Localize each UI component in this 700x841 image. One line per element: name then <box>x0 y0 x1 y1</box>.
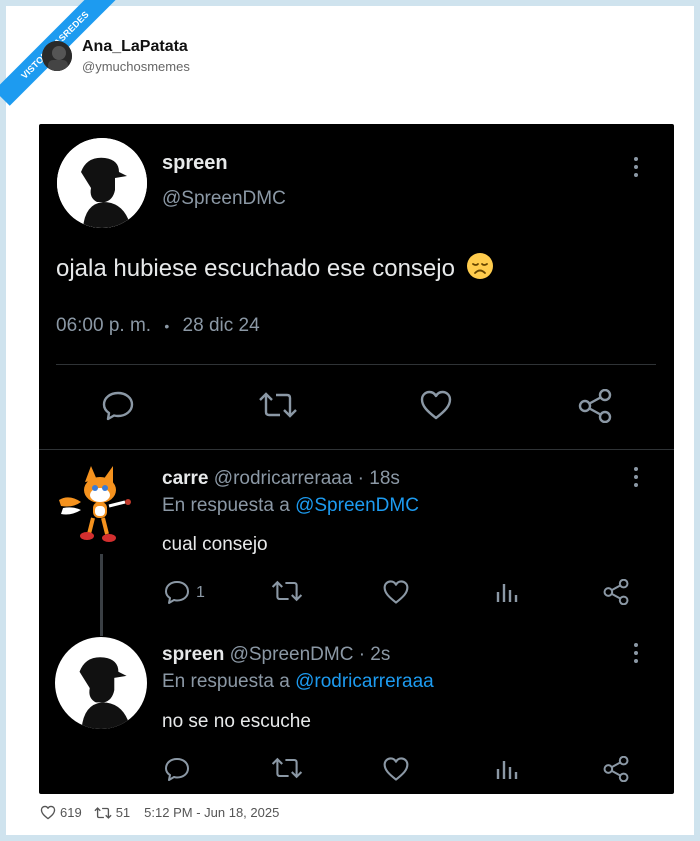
poster-avatar[interactable] <box>42 41 72 71</box>
like-icon[interactable] <box>382 756 410 782</box>
tweet-card: VISTOENLASREDES Ana_LaPatata @ymuchosmem… <box>0 0 700 841</box>
reply-header: spreen @SpreenDMC · 2s <box>162 644 390 666</box>
reply-context: En respuesta a @SpreenDMC <box>162 495 419 517</box>
reply-text: cual consejo <box>162 534 268 555</box>
reply-text: no se no escuche <box>162 711 311 732</box>
reply-icon[interactable] <box>101 388 135 422</box>
author-handle[interactable]: @SpreenDMC <box>162 188 286 210</box>
like-icon[interactable] <box>382 579 410 605</box>
share-icon[interactable] <box>577 389 613 423</box>
reply-context-prefix: En respuesta a <box>162 495 290 516</box>
reply-mention-link[interactable]: @SpreenDMC <box>295 495 419 516</box>
reply-header: carre @rodricarreraaa · 18s <box>162 468 400 490</box>
reply-author-name[interactable]: carre <box>162 468 209 489</box>
poster-name[interactable]: Ana_LaPatata <box>82 38 190 56</box>
retweet-icon[interactable] <box>271 578 303 604</box>
reply-context-prefix: En respuesta a <box>162 671 290 692</box>
retweet-icon[interactable] <box>271 755 303 781</box>
reply-icon[interactable] <box>163 578 191 606</box>
tweet-text-content: ojala hubiese escuchado ese consejo <box>56 255 455 282</box>
reply-context: En respuesta a @rodricarreraaa <box>162 671 434 693</box>
reply-icon[interactable] <box>163 755 191 783</box>
like-count: 619 <box>60 805 82 820</box>
divider <box>39 449 674 450</box>
reply-avatar[interactable] <box>55 462 147 554</box>
disappointed-face-icon <box>466 253 493 279</box>
analytics-icon[interactable] <box>495 757 519 781</box>
tweet-actions <box>39 386 674 426</box>
reply-mention-link[interactable]: @rodricarreraaa <box>295 671 434 692</box>
retweet-icon[interactable] <box>258 390 298 420</box>
more-options-icon[interactable] <box>632 643 640 663</box>
heart-icon <box>40 805 56 820</box>
meta-separator: • <box>164 318 170 334</box>
retweet-count: 51 <box>115 805 131 820</box>
share-icon[interactable] <box>602 579 630 605</box>
embedded-screenshot: spreen @SpreenDMC ojala hubiese escuchad… <box>39 124 674 794</box>
more-options-icon[interactable] <box>632 157 640 177</box>
reply-count: 1 <box>196 584 205 601</box>
poster-handle[interactable]: @ymuchosmemes <box>82 59 190 74</box>
footer-like[interactable]: 619 <box>40 805 82 820</box>
like-icon[interactable] <box>419 389 453 421</box>
author-name[interactable]: spreen <box>162 152 228 175</box>
reply-avatar[interactable] <box>55 637 147 729</box>
share-icon[interactable] <box>602 756 630 782</box>
retweet-icon <box>94 806 112 819</box>
reply-actions <box>39 755 674 785</box>
post-footer: 619 51 5:12 PM - Jun 18, 2025 <box>40 805 279 820</box>
reply-author-name[interactable]: spreen <box>162 644 224 665</box>
reply-handle-time[interactable]: @rodricarreraaa · 18s <box>214 468 400 489</box>
divider <box>56 364 656 365</box>
tweet-meta: 06:00 p. m. • 28 dic 24 <box>56 315 260 337</box>
more-options-icon[interactable] <box>632 467 640 487</box>
analytics-icon[interactable] <box>495 580 519 604</box>
post-timestamp[interactable]: 5:12 PM - Jun 18, 2025 <box>144 805 279 820</box>
avatar[interactable] <box>57 138 147 228</box>
tweet-text: ojala hubiese escuchado ese consejo <box>56 252 494 283</box>
footer-retweet[interactable]: 51 <box>94 805 130 820</box>
tweet-time[interactable]: 06:00 p. m. <box>56 315 151 336</box>
tweet-date[interactable]: 28 dic 24 <box>183 315 260 336</box>
poster-header: Ana_LaPatata @ymuchosmemes <box>42 38 190 74</box>
reply-handle-time[interactable]: @SpreenDMC · 2s <box>230 644 391 665</box>
reply-actions: 1 <box>39 578 674 608</box>
